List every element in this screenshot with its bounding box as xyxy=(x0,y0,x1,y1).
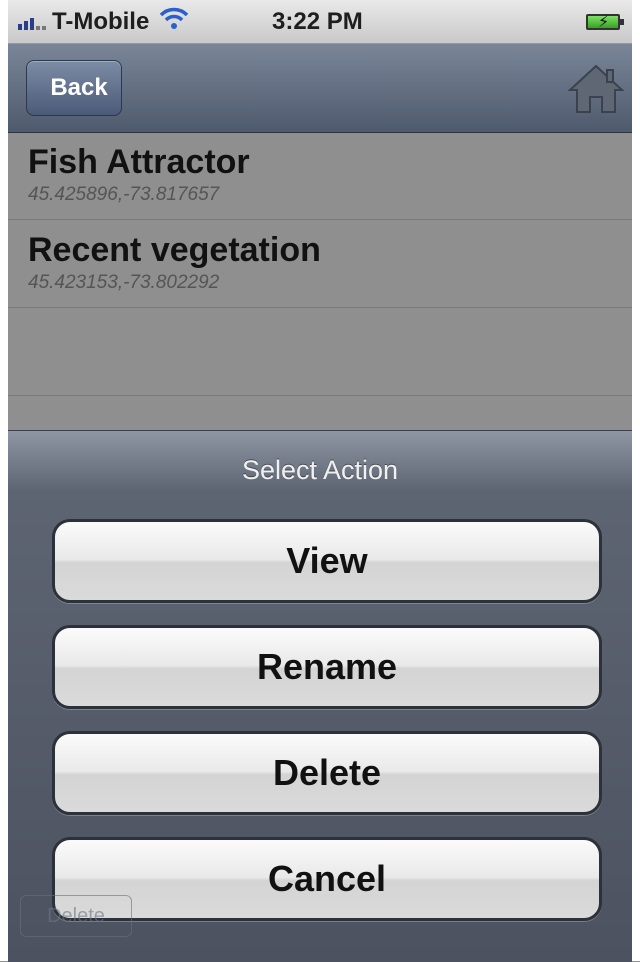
carrier-label: T-Mobile xyxy=(52,7,150,35)
list-item-title: Recent vegetation xyxy=(28,231,321,269)
clock: 3:22 PM xyxy=(272,8,363,35)
right-edge xyxy=(632,0,640,961)
list-item-empty xyxy=(8,308,632,396)
action-sheet: Select Action View Rename Delete Cancel xyxy=(8,430,632,962)
battery-icon: ⚡ xyxy=(586,14,624,31)
location-list: Fish Attractor 45.425896,-73.817657 Rece… xyxy=(8,132,632,396)
view-button[interactable]: View xyxy=(52,519,602,603)
delete-button[interactable]: Delete xyxy=(52,731,602,815)
background-delete-button: Delete xyxy=(20,895,132,937)
status-bar: T-Mobile 3:22 PM ⚡ xyxy=(8,0,632,44)
list-item-recent-vegetation[interactable]: Recent vegetation 45.423153,-73.802292 xyxy=(8,220,632,308)
action-sheet-title: Select Action xyxy=(241,455,399,485)
back-button[interactable]: Back xyxy=(26,60,122,116)
navigation-bar: Back xyxy=(8,44,632,133)
list-item-fish-attractor[interactable]: Fish Attractor 45.425896,-73.817657 xyxy=(8,132,632,220)
rename-button[interactable]: Rename xyxy=(52,625,602,709)
home-icon[interactable] xyxy=(567,64,625,114)
left-edge xyxy=(0,0,8,961)
list-item-coordinates: 45.423153,-73.802292 xyxy=(28,272,220,293)
list-item-title: Fish Attractor xyxy=(28,143,250,181)
list-item-coordinates: 45.425896,-73.817657 xyxy=(28,184,220,205)
cancel-button[interactable]: Cancel xyxy=(52,837,602,921)
wifi-icon xyxy=(159,7,189,36)
signal-icon xyxy=(18,14,46,30)
